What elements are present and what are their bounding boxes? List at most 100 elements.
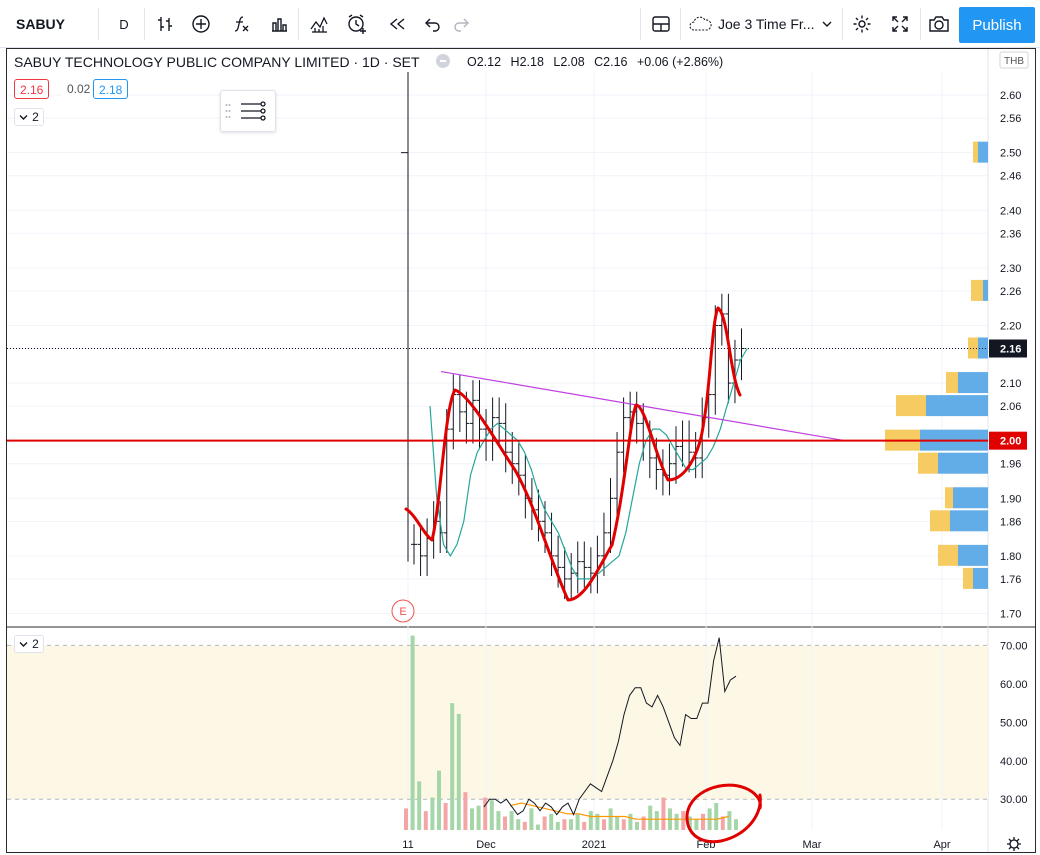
volume-bar bbox=[562, 819, 567, 830]
line-settings-icon[interactable] bbox=[239, 98, 267, 129]
chevron-down-icon bbox=[19, 637, 28, 651]
volume-bar bbox=[714, 803, 719, 830]
volume-bar bbox=[410, 635, 415, 830]
volume-bar bbox=[417, 781, 422, 830]
volume-indicator-count: 2 bbox=[32, 637, 39, 651]
volume-bar bbox=[648, 805, 653, 830]
volume-bar bbox=[529, 808, 534, 830]
volume-profile-up bbox=[953, 487, 988, 509]
volume-tick-label: 70.00 bbox=[1000, 640, 1028, 652]
volume-bar bbox=[503, 816, 507, 830]
volume-bar bbox=[701, 813, 705, 830]
volume-profile-up bbox=[978, 141, 988, 163]
chart-canvas[interactable]: 1.70 1.76 1.80 1.86 1.90 1.96 2.00 2.06 2.10 2.16… bbox=[0, 0, 1040, 855]
volume-bar bbox=[470, 808, 474, 830]
volume-profile-up bbox=[926, 395, 988, 417]
volume-bar bbox=[602, 819, 606, 830]
volume-bar bbox=[549, 813, 554, 830]
volume-bar bbox=[496, 811, 501, 830]
last-price-label: 2.16 bbox=[1000, 344, 1021, 356]
pane-indicator-count: 2 bbox=[32, 110, 39, 124]
volume-bar bbox=[608, 808, 613, 830]
hide-icon[interactable] bbox=[436, 54, 450, 68]
price-tick-label: 2.06 bbox=[1000, 401, 1021, 413]
volume-bar bbox=[542, 816, 547, 830]
volume-profile-down bbox=[945, 487, 953, 509]
time-tick-label: 2021 bbox=[582, 839, 606, 851]
change-value: +0.06 (+2.86%) bbox=[637, 55, 724, 69]
volume-profile-up bbox=[983, 279, 988, 301]
volume-bar bbox=[588, 811, 593, 830]
volume-profile-up bbox=[958, 372, 988, 394]
volume-profile-up bbox=[973, 567, 988, 589]
volume-bar bbox=[516, 819, 521, 830]
volume-tick-label: 60.00 bbox=[1000, 679, 1028, 691]
volume-profile-down bbox=[946, 372, 958, 394]
price-tick-label: 2.46 bbox=[1000, 171, 1021, 183]
volume-pane-collapse-button[interactable]: 2 bbox=[14, 635, 44, 653]
volume-bar bbox=[404, 808, 408, 830]
volume-bar bbox=[635, 821, 639, 830]
volume-bar bbox=[456, 713, 461, 830]
price-tick-label: 1.86 bbox=[1000, 516, 1021, 528]
currency-label: THB bbox=[1004, 56, 1024, 67]
volume-bar bbox=[489, 800, 494, 830]
volume-bar bbox=[555, 821, 560, 830]
pane-collapse-button[interactable]: 2 bbox=[14, 108, 44, 126]
high-value: H2.18 bbox=[510, 55, 544, 69]
ohlc-legend: O2.12 H2.18 L2.08 C2.16 +0.06 (+2.86%) bbox=[467, 55, 723, 69]
volume-bar bbox=[450, 703, 455, 830]
volume-bar bbox=[661, 797, 666, 830]
volume-bar bbox=[430, 797, 435, 830]
volume-bar bbox=[476, 805, 481, 830]
volume-bar bbox=[483, 797, 488, 830]
drag-handle-icon[interactable] bbox=[225, 103, 231, 124]
price-tick-label: 1.80 bbox=[1000, 551, 1021, 563]
rsi-background-band bbox=[7, 645, 988, 800]
volume-bar bbox=[522, 821, 527, 830]
price-tick-label: 1.70 bbox=[1000, 608, 1021, 620]
time-tick-label: 11 bbox=[402, 839, 413, 851]
volume-tick-label: 30.00 bbox=[1000, 794, 1028, 806]
volume-profile-up bbox=[938, 452, 988, 474]
price-tick-label: 1.76 bbox=[1000, 574, 1021, 586]
volume-profile-down bbox=[896, 395, 926, 417]
volume-bar bbox=[621, 819, 626, 830]
price-tick-label: 2.50 bbox=[1000, 148, 1021, 160]
sell-price-box[interactable]: 2.16 bbox=[14, 79, 50, 99]
earnings-marker-label: E bbox=[399, 606, 406, 618]
volume-profile-down bbox=[963, 567, 973, 589]
price-tick-label: 2.60 bbox=[1000, 90, 1021, 102]
volume-bar bbox=[582, 821, 587, 830]
volume-bar bbox=[727, 811, 732, 830]
spread-value: 0.02 bbox=[62, 79, 96, 99]
drawing-toolbar-panel[interactable] bbox=[220, 90, 276, 132]
volume-bar bbox=[654, 811, 659, 830]
price-tick-label: 2.56 bbox=[1000, 113, 1021, 125]
volume-bar bbox=[575, 813, 580, 830]
volume-bar bbox=[536, 824, 540, 830]
price-tick-label: 1.96 bbox=[1000, 459, 1021, 471]
buy-price-box[interactable]: 2.18 bbox=[93, 79, 129, 99]
volume-tick-label: 40.00 bbox=[1000, 756, 1028, 768]
volume-bar bbox=[734, 819, 738, 830]
axis-settings-icon bbox=[1007, 837, 1021, 851]
price-tick-label: 2.20 bbox=[1000, 320, 1021, 332]
price-tick-label: 2.40 bbox=[1000, 205, 1021, 217]
volume-tick-label: 50.00 bbox=[1000, 717, 1028, 729]
price-tick-label: 2.30 bbox=[1000, 263, 1021, 275]
level-price-label: 2.00 bbox=[1000, 436, 1021, 448]
chevron-down-icon bbox=[19, 110, 28, 124]
volume-bar bbox=[463, 792, 468, 830]
time-tick-label: Apr bbox=[933, 839, 950, 851]
axis-settings-gear-teeth bbox=[1007, 837, 1021, 851]
price-tick-label: 1.90 bbox=[1000, 493, 1021, 505]
volume-profile-down bbox=[973, 141, 978, 163]
volume-bar bbox=[569, 819, 573, 830]
volume-profile-down bbox=[938, 544, 958, 566]
volume-bar bbox=[509, 811, 514, 830]
volume-profile-up bbox=[950, 510, 988, 532]
volume-bar bbox=[628, 813, 633, 830]
axis-settings-gear-ring bbox=[1009, 839, 1019, 849]
time-tick-label: Dec bbox=[476, 839, 496, 851]
